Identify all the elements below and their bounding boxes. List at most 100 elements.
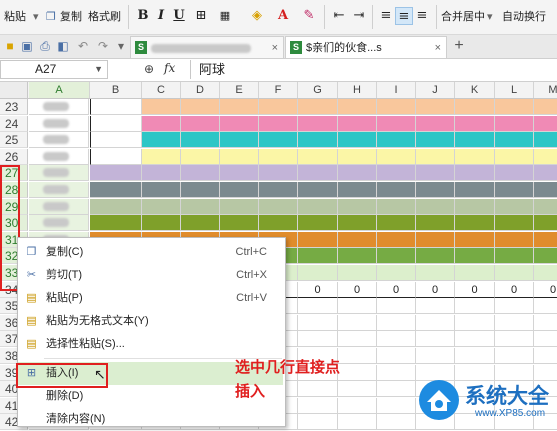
row-header-23[interactable]: 23: [0, 99, 28, 115]
fx-icon[interactable]: fx: [164, 61, 175, 75]
cell-h-40[interactable]: [338, 381, 377, 398]
cell-k-32[interactable]: [455, 248, 495, 265]
cell-f-29[interactable]: [259, 198, 298, 215]
cell-i-29[interactable]: [377, 198, 416, 215]
cell-k-38[interactable]: [455, 348, 495, 364]
cell-k-24[interactable]: [455, 115, 495, 132]
cell-b-28[interactable]: [90, 182, 142, 198]
borders-icon[interactable]: ⊞: [192, 7, 210, 25]
cell-style-icon[interactable]: ▦: [216, 7, 234, 25]
cell-d-24[interactable]: [181, 115, 220, 132]
cell-a-30[interactable]: [29, 215, 89, 232]
column-header-i[interactable]: I: [377, 82, 416, 98]
cell-h-23[interactable]: [338, 99, 377, 115]
cell-h-26[interactable]: [338, 148, 377, 165]
cell-j-27[interactable]: [416, 165, 455, 182]
cell-f-28[interactable]: [259, 182, 298, 198]
cell-i-35[interactable]: [377, 298, 416, 315]
cell-g-42[interactable]: [298, 414, 338, 431]
cell-h-28[interactable]: [338, 182, 377, 198]
cell-i-34[interactable]: 0: [377, 281, 416, 298]
cell-i-41[interactable]: [377, 397, 416, 414]
cell-h-41[interactable]: [338, 397, 377, 414]
quick-access-dropdown-icon[interactable]: ▾: [114, 39, 128, 53]
cell-e-30[interactable]: [220, 215, 259, 232]
cell-m-24[interactable]: [534, 115, 557, 132]
cell-l-37[interactable]: [495, 331, 534, 348]
cell-h-35[interactable]: [338, 298, 377, 315]
column-header-h[interactable]: H: [338, 82, 377, 98]
cell-l-34[interactable]: 0: [495, 281, 534, 298]
cell-m-31[interactable]: [534, 231, 557, 248]
cell-k-28[interactable]: [455, 182, 495, 198]
row-header-26[interactable]: 26: [0, 148, 28, 165]
close-icon[interactable]: ×: [272, 37, 278, 59]
chevron-down-icon[interactable]: ▼: [94, 61, 103, 78]
cell-d-26[interactable]: [181, 148, 220, 165]
tab-document-2[interactable]: S $亲们的伙食...s ×: [285, 36, 447, 58]
cell-b-29[interactable]: [90, 198, 142, 215]
cell-c-23[interactable]: [142, 99, 181, 115]
cell-j-31[interactable]: [416, 231, 455, 248]
menu-item-cut[interactable]: ✂ 剪切(T) Ctrl+X: [18, 264, 283, 287]
cell-c-27[interactable]: [142, 165, 181, 182]
cell-k-25[interactable]: [455, 132, 495, 149]
cell-h-42[interactable]: [338, 414, 377, 431]
format-painter-button[interactable]: 格式刷: [88, 7, 121, 27]
cell-m-33[interactable]: [534, 265, 557, 281]
new-tab-icon[interactable]: +: [452, 38, 466, 54]
cell-h-24[interactable]: [338, 115, 377, 132]
column-header-d[interactable]: D: [181, 82, 220, 98]
outdent-icon[interactable]: ⇥: [350, 7, 368, 25]
zoom-icon[interactable]: ⊕: [144, 62, 154, 76]
cell-h-38[interactable]: [338, 348, 377, 364]
cell-k-37[interactable]: [455, 331, 495, 348]
underline-button[interactable]: U: [170, 7, 188, 25]
cell-f-30[interactable]: [259, 215, 298, 232]
cell-e-24[interactable]: [220, 115, 259, 132]
cell-m-38[interactable]: [534, 348, 557, 364]
column-header-e[interactable]: E: [220, 82, 259, 98]
cell-c-29[interactable]: [142, 198, 181, 215]
paste-button[interactable]: 粘贴: [4, 7, 26, 27]
menu-item-copy[interactable]: ❐ 复制(C) Ctrl+C: [18, 241, 283, 264]
column-header-l[interactable]: L: [495, 82, 534, 98]
cell-g-33[interactable]: [298, 265, 338, 281]
cell-g-34[interactable]: 0: [298, 281, 338, 298]
cell-g-26[interactable]: [298, 148, 338, 165]
cell-k-27[interactable]: [455, 165, 495, 182]
cell-d-23[interactable]: [181, 99, 220, 115]
cell-e-25[interactable]: [220, 132, 259, 149]
cell-l-30[interactable]: [495, 215, 534, 232]
cell-i-31[interactable]: [377, 231, 416, 248]
cell-h-34[interactable]: 0: [338, 281, 377, 298]
align-right-icon[interactable]: ≡: [413, 7, 431, 25]
row-header-24[interactable]: 24: [0, 115, 28, 132]
cell-l-32[interactable]: [495, 248, 534, 265]
cell-j-28[interactable]: [416, 182, 455, 198]
cell-l-25[interactable]: [495, 132, 534, 149]
cell-j-30[interactable]: [416, 215, 455, 232]
column-header-m[interactable]: M: [534, 82, 557, 98]
cell-j-24[interactable]: [416, 115, 455, 132]
column-header-a[interactable]: A: [29, 82, 90, 98]
formula-input[interactable]: 阿球: [190, 60, 557, 79]
print-preview-icon[interactable]: ◧: [56, 39, 70, 53]
cell-d-25[interactable]: [181, 132, 220, 149]
undo-icon[interactable]: ↶: [76, 39, 90, 53]
cell-m-27[interactable]: [534, 165, 557, 182]
cell-f-25[interactable]: [259, 132, 298, 149]
italic-button[interactable]: I: [152, 7, 170, 25]
cell-h-29[interactable]: [338, 198, 377, 215]
column-header-k[interactable]: K: [455, 82, 495, 98]
cell-d-27[interactable]: [181, 165, 220, 182]
column-header-b[interactable]: B: [90, 82, 142, 98]
align-left-icon[interactable]: ≡: [377, 7, 395, 25]
cell-j-35[interactable]: [416, 298, 455, 315]
cell-m-23[interactable]: [534, 99, 557, 115]
cell-f-24[interactable]: [259, 115, 298, 132]
cell-i-25[interactable]: [377, 132, 416, 149]
cell-j-26[interactable]: [416, 148, 455, 165]
cell-g-29[interactable]: [298, 198, 338, 215]
clear-format-icon[interactable]: ✎: [300, 7, 318, 25]
